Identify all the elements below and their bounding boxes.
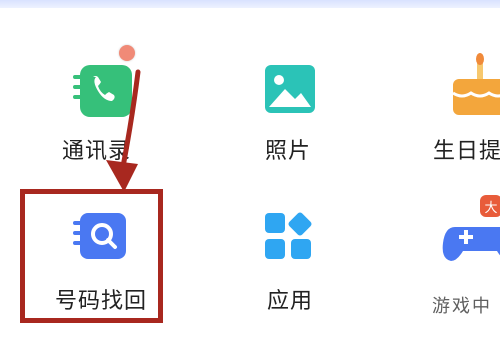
annotation-highlight-box [20,189,163,323]
watermark-text: 游戏中 [432,296,492,317]
